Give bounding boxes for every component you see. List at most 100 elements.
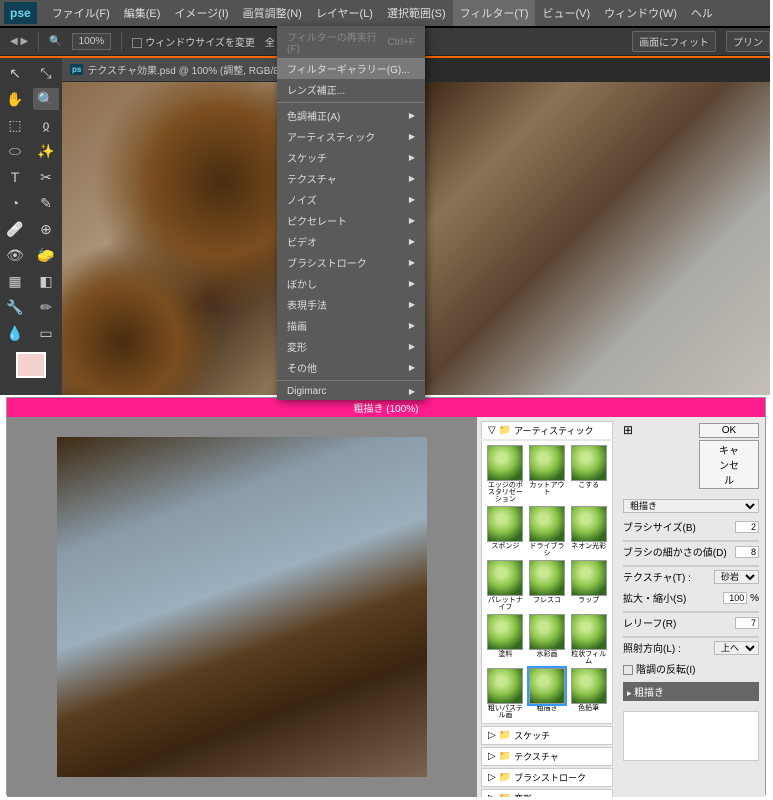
brush-size-slider[interactable] [623,540,759,542]
tool-2[interactable]: ✋ [2,88,28,110]
tool-18[interactable]: 🔧 [2,296,28,318]
filter-menu-dropdown: フィルターの再実行(F)Ctrl+Fフィルターギャラリー(G)...レンズ補正.… [277,26,425,400]
filter-thumb[interactable]: スポンジ [486,506,525,557]
filter-thumb[interactable]: エッジのポスタリゼーション [486,445,525,503]
brush-detail-slider[interactable] [623,565,759,567]
category-4[interactable]: ▷📁 変形 [481,789,613,797]
filter-thumb[interactable]: 粗いパステル画 [486,668,525,719]
filter-thumb[interactable]: 塗料 [486,614,525,665]
tool-19[interactable]: ✏ [33,296,59,318]
menu-item[interactable]: ノイズ▶ [277,189,425,210]
ok-button[interactable]: OK [699,423,759,438]
tool-1[interactable]: ⤡ [33,62,59,84]
tool-20[interactable]: 💧 [2,322,28,344]
filter-thumb[interactable]: カットアウト [528,445,567,503]
category-0[interactable]: ▽📁 アーティスティック [481,421,613,439]
resize-window-checkbox[interactable]: ウィンドウサイズを変更 [132,34,255,49]
tool-5[interactable]: ჲ [33,114,59,136]
category-3[interactable]: ▷📁 ブラシストローク [481,768,613,787]
menu-2[interactable]: イメージ(I) [167,0,235,26]
scale-slider[interactable] [623,611,759,613]
menu-item[interactable]: 表現手法▶ [277,294,425,315]
menu-item[interactable]: テクスチャ▶ [277,168,425,189]
menu-item[interactable]: スケッチ▶ [277,147,425,168]
preview-pane[interactable] [7,417,477,797]
filter-thumb[interactable]: 粒状フィルム [569,614,608,665]
scale-input[interactable] [723,592,747,604]
menu-item[interactable]: アーティスティック▶ [277,126,425,147]
tool-7[interactable]: ✨ [33,140,59,162]
brush-size-input[interactable] [735,521,759,533]
filter-thumb[interactable]: 色鉛筆 [569,668,608,719]
tool-16[interactable]: ▦ [2,270,28,292]
tool-11[interactable]: ✎ [33,192,59,214]
menu-3[interactable]: 画質調整(N) [236,0,309,26]
tool-12[interactable]: 🩹 [2,218,28,240]
relief-slider[interactable] [623,636,759,638]
menu-8[interactable]: ウィンドウ(W) [597,0,684,26]
menu-item[interactable]: ぼかし▶ [277,273,425,294]
light-dir-select[interactable]: 上へ [714,641,759,655]
menu-item[interactable]: ビデオ▶ [277,231,425,252]
filter-thumb[interactable]: ドライブラシ [528,506,567,557]
menu-4[interactable]: レイヤー(L) [309,0,380,26]
tool-0[interactable]: ↖ [2,62,28,84]
relief-input[interactable] [735,617,759,629]
menu-item[interactable]: その他▶ [277,357,425,378]
texture-label: テクスチャ(T) : [623,569,691,584]
menu-item[interactable]: 色調補正(A)▶ [277,105,425,126]
all-windows[interactable]: 全 [265,34,275,49]
menu-item[interactable]: Digimarc▶ [277,383,425,400]
menu-6[interactable]: フィルター(T) [453,0,536,26]
tool-21[interactable]: ▭ [33,322,59,344]
tool-10[interactable]: ◔ [2,192,28,214]
fit-screen-button[interactable]: 画面にフィット [632,31,716,52]
menu-item[interactable]: 描画▶ [277,315,425,336]
filter-categories: ▽📁 アーティスティックエッジのポスタリゼーションカットアウトこするスポンジドラ… [477,417,617,797]
filter-thumb[interactable]: フレスコ [528,560,567,611]
expand-icon[interactable]: ⊞ [623,423,633,437]
menu-item[interactable]: フィルターギャラリー(G)... [277,58,425,79]
filter-thumb[interactable]: ラップ [569,560,608,611]
document-tab[interactable]: ps テクスチャ効果.psd @ 100% (調整, RGB/8) [62,58,290,81]
menu-5[interactable]: 選択範囲(S) [380,0,453,26]
tool-15[interactable]: 🧽 [33,244,59,266]
tool-6[interactable]: ⬭ [2,140,28,162]
menu-1[interactable]: 編集(E) [117,0,168,26]
scale-label: 拡大・縮小(S) [623,590,686,605]
tool-17[interactable]: ◧ [33,270,59,292]
invert-checkbox[interactable]: 階調の反転(I) [623,661,695,676]
tool-4[interactable]: ⬚ [2,114,28,136]
tool-8[interactable]: T [2,166,28,188]
filter-thumb[interactable]: こする [569,445,608,503]
menu-item[interactable]: レンズ補正... [277,79,425,100]
print-size-button[interactable]: プリン [726,31,770,52]
category-2[interactable]: ▷📁 テクスチャ [481,747,613,766]
effect-stack[interactable] [623,711,759,761]
menu-0[interactable]: ファイル(F) [45,0,117,26]
menu-item[interactable]: ブラシストローク▶ [277,252,425,273]
effect-stack-header[interactable]: ▸ 粗描き [623,682,759,701]
category-1[interactable]: ▷📁 スケッチ [481,726,613,745]
zoom-level[interactable]: 100% [72,33,112,50]
tool-13[interactable]: ⊕ [33,218,59,240]
brush-size-label: ブラシサイズ(B) [623,519,696,534]
tool-3[interactable]: 🔍 [33,88,59,110]
texture-select[interactable]: 砂岩 [714,570,759,584]
filter-thumb[interactable]: 水彩画 [528,614,567,665]
filter-thumb[interactable]: 粗描き [528,668,567,719]
zoom-tool-icon[interactable]: 🔍 [49,36,61,47]
preview-image [57,437,427,777]
filter-thumb[interactable]: パレットナイフ [486,560,525,611]
menu-9[interactable]: ヘル [684,0,720,26]
menu-7[interactable]: ビュー(V) [535,0,597,26]
brush-detail-input[interactable] [735,546,759,558]
menu-item[interactable]: 変形▶ [277,336,425,357]
tool-14[interactable]: 👁 [2,244,28,266]
menu-item[interactable]: ピクセレート▶ [277,210,425,231]
tool-9[interactable]: ✂ [33,166,59,188]
color-swatch[interactable] [16,352,46,378]
effect-select[interactable]: 粗描き [623,499,759,513]
filter-thumb[interactable]: ネオン光彩 [569,506,608,557]
cancel-button[interactable]: キャンセル [699,440,759,489]
